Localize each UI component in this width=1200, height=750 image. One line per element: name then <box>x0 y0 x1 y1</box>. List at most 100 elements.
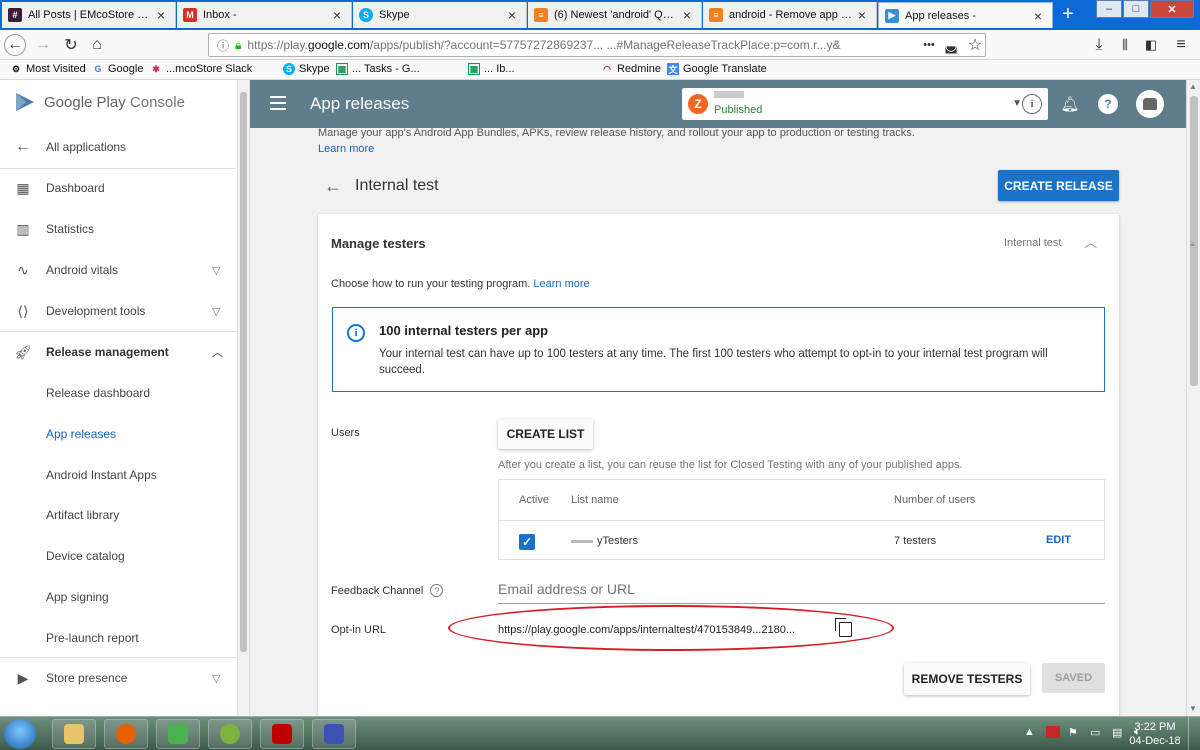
page-scrollbar[interactable]: ▲ ≡ ▼ <box>1186 80 1200 716</box>
edit-list-button[interactable]: EDIT <box>1046 534 1071 546</box>
network-tray-icon[interactable]: ▤ <box>1112 726 1126 739</box>
system-clock[interactable]: 3:22 PM 04-Dec-18 <box>1128 720 1182 748</box>
create-list-button[interactable]: CREATE LIST <box>498 419 593 449</box>
close-icon[interactable]: × <box>504 7 520 23</box>
taskbar-file-explorer[interactable] <box>52 719 96 749</box>
bookmark-star-icon[interactable]: ☆ <box>964 34 986 56</box>
app-selector[interactable]: Z Published ▼ i <box>682 88 1048 120</box>
tray-expand-icon[interactable]: ▲ <box>1024 726 1038 738</box>
divider <box>499 520 1104 521</box>
close-icon[interactable]: × <box>1030 8 1046 24</box>
download-icon[interactable]: ⤓ <box>1088 34 1110 56</box>
sidebar-item-android-instant-apps[interactable]: Android Instant Apps <box>0 455 236 495</box>
sidebar-item-label: Release management <box>46 345 169 359</box>
taskbar-task-manager[interactable] <box>156 719 200 749</box>
help-icon[interactable]: ? <box>1098 94 1118 114</box>
bookmark-google-translate[interactable]: 文 Google Translate <box>667 63 767 75</box>
taskbar-android-studio[interactable] <box>208 719 252 749</box>
info-icon[interactable]: i <box>1022 94 1042 114</box>
close-window-button[interactable]: ✕ <box>1150 0 1194 18</box>
page-actions-icon[interactable]: ••• <box>918 34 940 56</box>
bookmark-skype[interactable]: S Skype <box>283 63 330 75</box>
forward-icon[interactable]: → <box>32 34 54 56</box>
reload-icon[interactable]: ↻ <box>60 34 82 56</box>
close-icon[interactable]: × <box>329 7 345 23</box>
sidebar-item-device-catalog[interactable]: Device catalog <box>0 536 236 576</box>
info-callout: i 100 internal testers per app Your inte… <box>332 307 1105 392</box>
page-info-icon[interactable]: ⓘ <box>217 37 229 54</box>
avatar[interactable] <box>1136 90 1164 118</box>
notifications-bell-icon[interactable]: 🔔︎ <box>1060 94 1080 114</box>
remove-testers-button[interactable]: REMOVE TESTERS <box>904 663 1030 695</box>
tab-stackoverflow-newest[interactable]: ≡ (6) Newest 'android' Questio × <box>528 2 702 28</box>
bookmark-label: ...mcoStore Slack <box>166 63 253 75</box>
tray-app-icon[interactable] <box>1046 726 1060 738</box>
scrollbar-thumb[interactable] <box>240 92 247 652</box>
minimize-button[interactable]: – <box>1096 0 1122 18</box>
play-console-logo[interactable]: Google Play Console <box>14 91 185 113</box>
sidebar-item-artifact-library[interactable]: Artifact library <box>0 495 236 535</box>
close-icon[interactable]: × <box>679 7 695 23</box>
sidebar-item-release-dashboard[interactable]: Release dashboard <box>0 373 236 413</box>
back-icon[interactable]: ← <box>4 34 26 56</box>
bookmark-most-visited[interactable]: ⚙ Most Visited <box>10 63 86 75</box>
saved-button[interactable]: SAVED <box>1042 663 1105 693</box>
windows-taskbar: ▲ ⚑ ▭ ▤ 🔈︎ 3:22 PM 04-Dec-18 <box>0 716 1200 750</box>
bookmark-tasks[interactable]: ▦ ... Tasks - G... <box>336 63 420 75</box>
learn-more-link[interactable]: Learn more <box>318 143 374 155</box>
sidebar-item-release-management[interactable]: 🚀︎ Release management ︿ <box>0 332 236 372</box>
sidebar-item-all-applications[interactable]: ← All applications <box>0 127 236 167</box>
active-checkbox[interactable]: ✓ <box>519 534 535 550</box>
taskbar-filezilla[interactable] <box>260 719 304 749</box>
sidebar-item-android-vitals[interactable]: ∿ Android vitals ▽ <box>0 250 236 290</box>
tab-app-releases[interactable]: ▶ App releases - × <box>878 2 1053 28</box>
bookmark-redmine[interactable]: ◠ Redmine <box>601 63 661 75</box>
sidebar-scrollbar[interactable] <box>238 80 250 716</box>
back-arrow-icon[interactable]: ← <box>324 176 342 197</box>
sidebar-toggle-icon[interactable]: ◧ <box>1140 34 1162 56</box>
bookmark-slack[interactable]: ✱ ...mcoStore Slack <box>150 63 252 75</box>
library-icon[interactable]: ⫼ <box>1114 34 1136 56</box>
bookmark-google[interactable]: G Google <box>92 63 143 75</box>
close-icon[interactable]: × <box>854 7 870 23</box>
feedback-channel-input[interactable] <box>498 574 1105 604</box>
new-tab-button[interactable]: + <box>1056 4 1080 26</box>
scroll-down-arrow-icon[interactable]: ▼ <box>1189 704 1197 713</box>
learn-more-link[interactable]: Learn more <box>533 278 589 290</box>
copy-icon[interactable] <box>835 618 852 637</box>
url-bar[interactable]: ⓘ 🔒︎ https://play. google.com/apps/publis… <box>208 33 986 57</box>
tab-stackoverflow-remove[interactable]: ≡ android - Remove app from × <box>703 2 877 28</box>
skype-icon: S <box>359 8 373 22</box>
bookmark-sheet[interactable]: ▦ ... Ib... <box>468 63 515 75</box>
scroll-up-arrow-icon[interactable]: ▲ <box>1189 82 1197 91</box>
help-circle-icon[interactable]: ? <box>430 584 444 597</box>
opt-in-url[interactable]: https://play.google.com/apps/internaltes… <box>498 624 795 636</box>
taskbar-network-app[interactable] <box>312 719 356 749</box>
display-icon[interactable]: ▭ <box>1090 726 1104 739</box>
sidebar-item-statistics[interactable]: ▥ Statistics <box>0 209 236 249</box>
create-release-button[interactable]: CREATE RELEASE <box>998 170 1119 201</box>
tab-gmail[interactable]: M Inbox - × <box>177 2 352 28</box>
sidebar-item-dashboard[interactable]: ▦ Dashboard <box>0 168 236 208</box>
sidebar-item-app-releases[interactable]: App releases <box>0 414 236 454</box>
close-icon[interactable]: × <box>153 7 169 23</box>
chevron-up-icon[interactable]: ︿ <box>1084 232 1097 251</box>
users-label: Users <box>331 427 360 439</box>
sidebar-item-store-presence[interactable]: ▶ Store presence ▽ <box>0 658 236 698</box>
windows-start-button[interactable] <box>4 719 36 749</box>
card-description: Choose how to run your testing program. … <box>331 278 590 290</box>
sidebar-item-pre-launch-report[interactable]: Pre-launch report <box>0 618 236 658</box>
hamburger-menu-icon[interactable] <box>270 96 286 110</box>
tab-skype[interactable]: S Skype × <box>353 2 527 28</box>
sidebar-item-development-tools[interactable]: ⟨⟩ Development tools ▽ <box>0 291 236 331</box>
taskbar-firefox[interactable] <box>104 719 148 749</box>
tab-slack[interactable]: # All Posts | EMcoStore Slack × <box>2 2 176 28</box>
maximize-button[interactable]: □ <box>1123 0 1149 18</box>
show-desktop-button[interactable] <box>1188 717 1200 750</box>
pocket-icon[interactable]: ◛ <box>940 34 962 56</box>
stackoverflow-icon: ≡ <box>709 8 723 22</box>
home-icon[interactable]: ⌂ <box>86 34 108 56</box>
menu-icon[interactable]: ≡ <box>1170 34 1192 56</box>
sidebar-item-app-signing[interactable]: App signing <box>0 577 236 617</box>
flag-icon[interactable]: ⚑ <box>1068 726 1082 739</box>
